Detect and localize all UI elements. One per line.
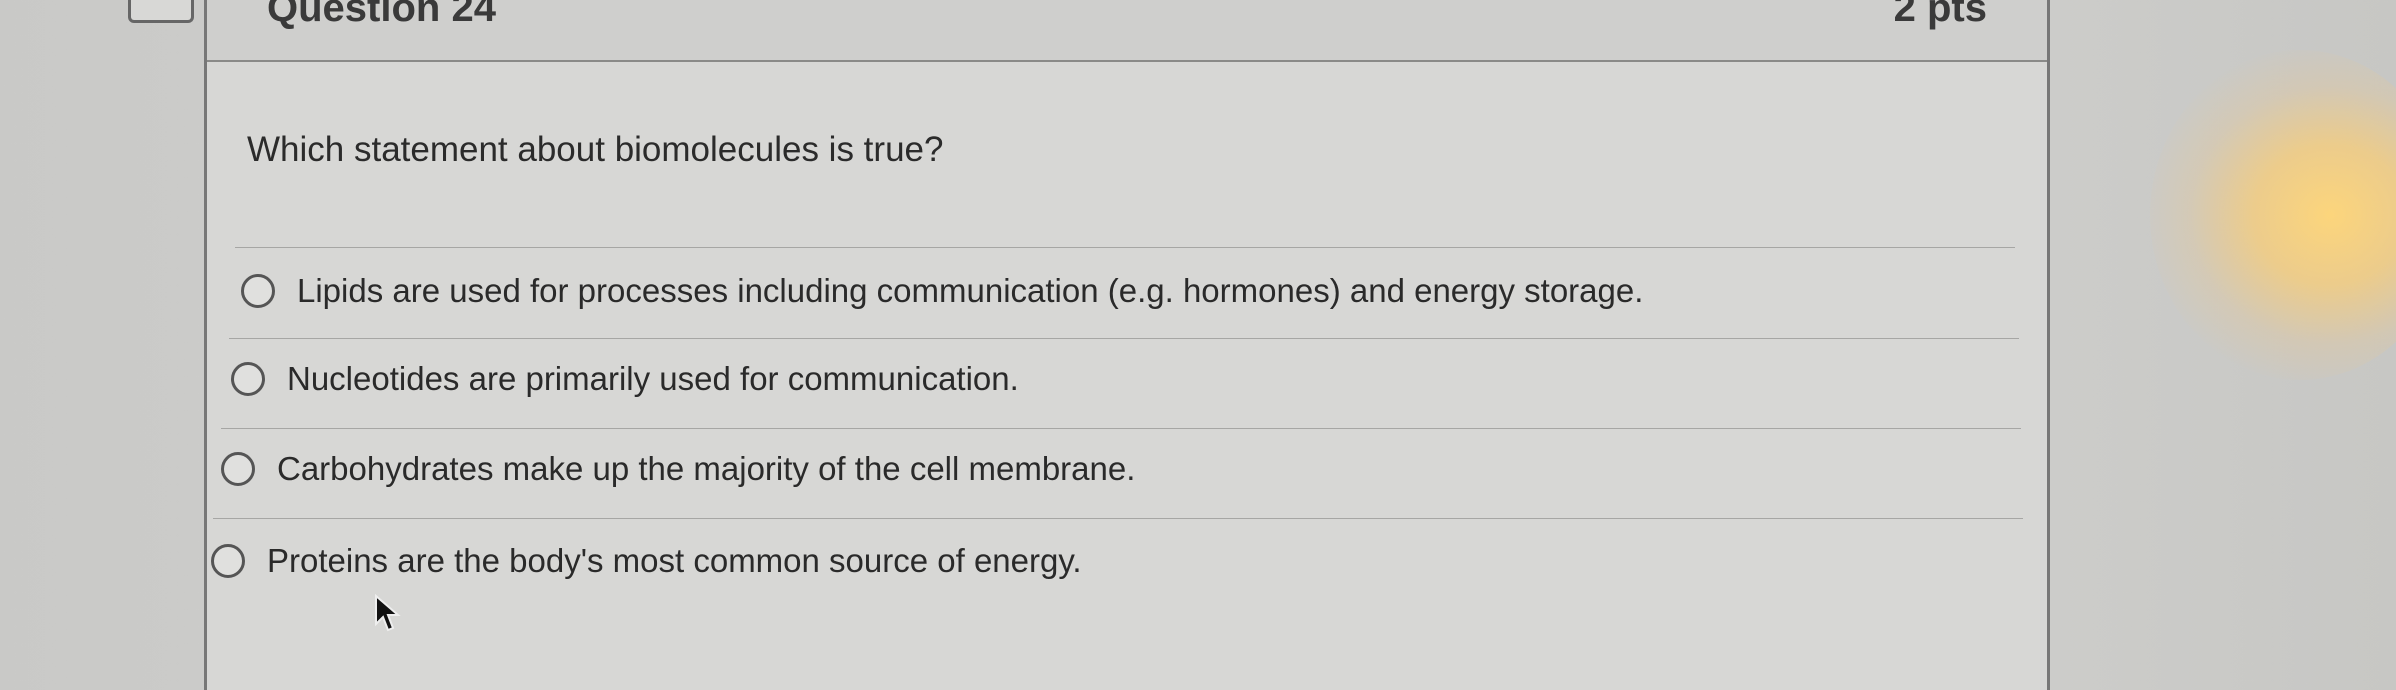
answer-option-label: Nucleotides are primarily used for commu…: [287, 360, 1019, 397]
answer-option[interactable]: Proteins are the body's most common sour…: [211, 542, 1082, 580]
prompt-divider: [235, 247, 2015, 248]
answer-option-label: Proteins are the body's most common sour…: [267, 542, 1082, 579]
option-divider: [221, 428, 2021, 429]
answer-option[interactable]: Lipids are used for processes including …: [241, 272, 1643, 310]
radio-button-icon[interactable]: [241, 274, 275, 308]
answer-option[interactable]: Carbohydrates make up the majority of th…: [221, 450, 1135, 488]
question-title: Question 24: [267, 0, 496, 30]
radio-button-icon[interactable]: [231, 362, 265, 396]
radio-button-icon[interactable]: [211, 544, 245, 578]
question-card: Question 24 2 pts Which statement about …: [204, 0, 2050, 690]
option-divider: [229, 338, 2019, 339]
radio-button-icon[interactable]: [221, 452, 255, 486]
question-header: Question 24 2 pts: [207, 0, 2047, 62]
question-prompt: Which statement about biomolecules is tr…: [247, 130, 944, 169]
answer-option-label: Carbohydrates make up the majority of th…: [277, 450, 1136, 487]
question-points: 2 pts: [1893, 0, 1987, 30]
mouse-pointer-icon: [375, 594, 401, 632]
light-glare: [2150, 50, 2396, 380]
bookmark-icon[interactable]: [128, 0, 194, 23]
answer-option[interactable]: Nucleotides are primarily used for commu…: [231, 360, 1019, 398]
option-divider: [213, 518, 2023, 519]
answer-option-label: Lipids are used for processes including …: [297, 272, 1644, 309]
